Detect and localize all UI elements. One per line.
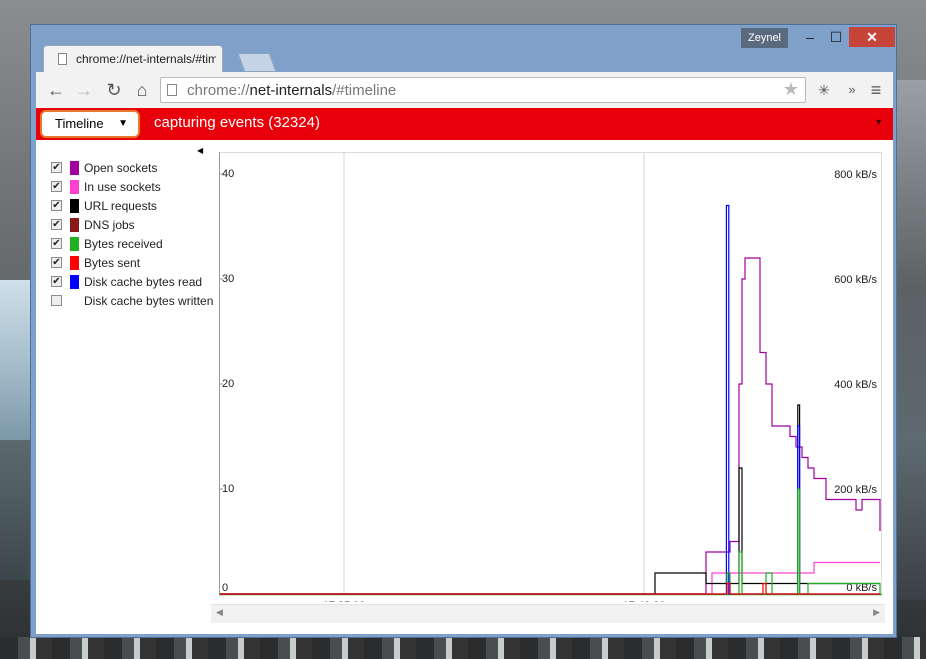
reload-icon[interactable]: ↻ [102, 78, 126, 102]
legend-swatch [70, 256, 79, 270]
scroll-left-icon[interactable]: ◀ [216, 607, 223, 618]
scroll-right-icon[interactable]: ▶ [873, 607, 880, 618]
legend-swatch [70, 199, 79, 213]
legend-label: Bytes sent [84, 256, 141, 270]
minimize-button[interactable]: – [797, 27, 823, 47]
address-bar[interactable]: chrome://net-internals/#timeline ★ [160, 77, 806, 103]
legend-checkbox[interactable]: ✔ [51, 200, 62, 211]
profile-name[interactable]: Zeynel [741, 28, 788, 48]
x-tick-label: 17:35:00 [323, 600, 366, 602]
legend-checkbox[interactable]: ✔ [51, 238, 62, 249]
page-content: Timeline ▼ capturing events (32324) ▼ ◀ … [36, 108, 893, 634]
legend-checkbox[interactable] [51, 295, 62, 306]
horizontal-scrollbar[interactable]: ◀ ▶ [211, 604, 885, 623]
series-line [220, 257, 881, 595]
y-right-tick-label: 200 kB/s [834, 484, 877, 496]
view-select[interactable]: Timeline ▼ [42, 112, 138, 136]
timeline-graph[interactable]: 17:35:00 17:40:00 0 10 20 30 400 kB/s 200 kB/s 4… [219, 152, 882, 602]
y-left-tick-label: 30 [222, 273, 234, 285]
chevron-down-icon: ▼ [118, 118, 128, 129]
series-line [220, 488, 881, 595]
series-line [220, 204, 880, 595]
legend-checkbox[interactable]: ✔ [51, 276, 62, 287]
view-select-value: Timeline [55, 116, 104, 131]
legend-label: URL requests [84, 199, 157, 213]
series-line [220, 404, 880, 595]
page-icon [58, 53, 67, 65]
forward-icon[interactable]: → [72, 78, 96, 102]
extensions-overflow-button[interactable]: » [840, 78, 864, 102]
y-right-tick-label: 600 kB/s [834, 274, 877, 286]
legend-checkbox[interactable]: ✔ [51, 257, 62, 268]
legend-label: Disk cache bytes read [84, 275, 203, 289]
legend-swatch [70, 180, 79, 194]
desktop-mountain [896, 80, 926, 600]
legend-label: Bytes received [84, 237, 163, 251]
legend-swatch [70, 237, 79, 251]
maximize-button[interactable]: ☐ [823, 27, 849, 47]
series-line [220, 561, 880, 595]
legend-label: Disk cache bytes written [84, 294, 214, 308]
status-bar: Timeline ▼ capturing events (32324) ▼ [36, 108, 893, 140]
url-host: net-internals [249, 82, 333, 99]
desktop-glacier [0, 280, 32, 440]
collapse-sidebar-icon[interactable]: ◀ [197, 146, 203, 155]
browser-tab[interactable]: chrome://net-internals/#timeline [43, 45, 223, 72]
x-tick-label: 17:40:00 [623, 600, 666, 602]
url-scheme: chrome:// [187, 82, 250, 99]
y-left-tick-label: 10 [222, 483, 234, 495]
legend-label: DNS jobs [84, 218, 135, 232]
legend-swatch [70, 161, 79, 175]
extension-icon[interactable]: ✳ [812, 78, 836, 102]
url-text[interactable]: chrome://net-internals/#timeline [187, 82, 396, 99]
toolbar: ← → ↻ ⌂ chrome://net-internals/#timeline… [36, 72, 893, 108]
status-menu-arrow-icon[interactable]: ▼ [874, 117, 883, 127]
y-right-tick-label: 400 kB/s [834, 379, 877, 391]
capture-status: capturing events (32324) [154, 114, 320, 131]
legend-checkbox[interactable]: ✔ [51, 162, 62, 173]
browser-window: Zeynel – ☐ ✕ chrome://net-internals/#tim… [30, 24, 897, 638]
y-left-tick-label: 40 [222, 168, 234, 180]
bookmark-star-icon[interactable]: ★ [783, 79, 799, 100]
y-left-tick-label: 0 [222, 582, 228, 594]
plot-frame [219, 152, 882, 595]
desktop-rocks [0, 637, 926, 659]
tab-title: chrome://net-internals/#timeline [76, 52, 216, 66]
back-icon[interactable]: ← [44, 78, 68, 102]
home-icon[interactable]: ⌂ [130, 78, 154, 102]
page-icon [167, 84, 177, 96]
legend-label: In use sockets [84, 180, 161, 194]
new-tab-button[interactable] [237, 53, 277, 72]
close-button[interactable]: ✕ [849, 27, 895, 47]
legend-swatch [70, 218, 79, 232]
legend-checkbox[interactable]: ✔ [51, 181, 62, 192]
legend-checkbox[interactable]: ✔ [51, 219, 62, 230]
desktop-water [0, 440, 32, 580]
menu-icon[interactable]: ≡ [864, 78, 888, 102]
legend-swatch [70, 275, 79, 289]
url-path: /#timeline [332, 82, 397, 99]
y-right-tick-label: 800 kB/s [834, 169, 877, 181]
y-left-tick-label: 20 [222, 378, 234, 390]
legend-label: Open sockets [84, 161, 158, 175]
series-line [220, 582, 880, 595]
